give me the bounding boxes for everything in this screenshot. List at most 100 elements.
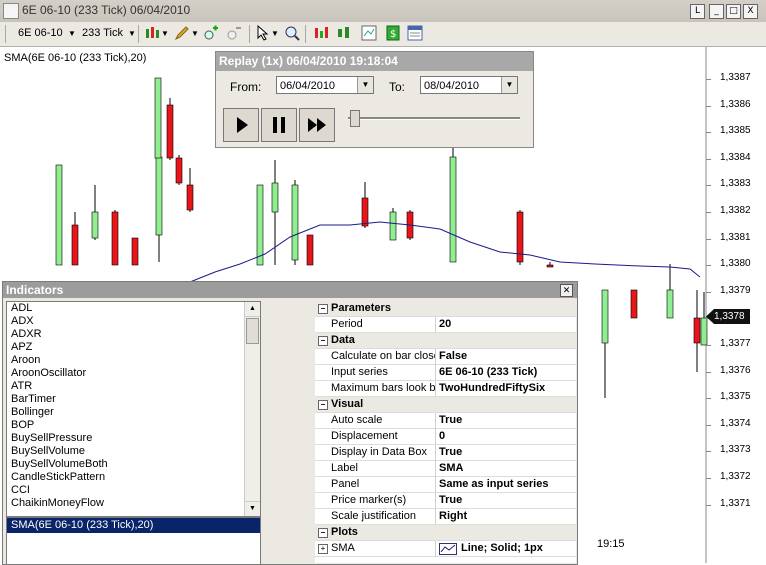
zoom-out-icon[interactable] bbox=[226, 25, 242, 41]
property-row[interactable]: Input series 6E 06-10 (233 Tick) bbox=[315, 365, 576, 381]
candlestick bbox=[91, 211, 99, 239]
pencil-icon[interactable] bbox=[174, 25, 190, 41]
scroll-down-icon[interactable]: ▼ bbox=[245, 501, 260, 516]
property-value[interactable]: TwoHundredFiftySix bbox=[439, 381, 545, 396]
instrument-selector[interactable]: 6E 06-10 bbox=[18, 25, 63, 42]
chevron-down-icon[interactable]: ▼ bbox=[161, 25, 169, 42]
scroll-up-icon[interactable]: ▲ bbox=[245, 302, 260, 317]
property-category[interactable]: − Plots bbox=[315, 525, 576, 541]
property-row[interactable]: Auto scale True bbox=[315, 413, 576, 429]
property-name: Label bbox=[331, 462, 358, 474]
property-row[interactable]: Calculate on bar close False bbox=[315, 349, 576, 365]
chevron-down-icon[interactable]: ▼ bbox=[501, 77, 517, 93]
collapse-icon[interactable]: − bbox=[318, 400, 328, 410]
indicator-list-item[interactable]: AroonOscillator bbox=[7, 367, 260, 380]
properties-icon[interactable] bbox=[407, 25, 423, 41]
bar-style-icon[interactable] bbox=[144, 25, 160, 41]
property-category[interactable]: − Parameters bbox=[315, 301, 576, 317]
link-button[interactable]: L bbox=[690, 4, 705, 19]
candlestick bbox=[154, 77, 162, 159]
strategies-icon[interactable]: $ bbox=[385, 25, 401, 41]
indicator-list-item[interactable]: BOP bbox=[7, 419, 260, 432]
from-date-picker[interactable]: 06/04/2010 ▼ bbox=[276, 76, 374, 94]
property-value[interactable]: 6E 06-10 (233 Tick) bbox=[439, 365, 537, 380]
indicator-list-item[interactable]: APZ bbox=[7, 341, 260, 354]
candlestick bbox=[306, 234, 314, 266]
property-value[interactable]: Same as input series bbox=[439, 477, 548, 492]
replay-title: Replay (1x) 06/04/2010 19:18:04 bbox=[216, 52, 533, 71]
indicator-list-item[interactable]: ATR bbox=[7, 380, 260, 393]
candlestick-icon[interactable] bbox=[336, 25, 352, 41]
maximize-button[interactable]: □ bbox=[726, 4, 741, 19]
property-value[interactable]: True bbox=[439, 445, 462, 460]
property-row[interactable]: Period 20 bbox=[315, 317, 576, 333]
chevron-down-icon[interactable]: ▼ bbox=[68, 25, 76, 42]
property-name: Display in Data Box bbox=[331, 446, 427, 458]
property-row[interactable]: + SMA Line; Solid; 1px bbox=[315, 541, 576, 557]
property-name: Period bbox=[331, 318, 363, 330]
indicator-list-item[interactable]: BarTimer bbox=[7, 393, 260, 406]
close-button[interactable]: X bbox=[743, 4, 758, 19]
replay-slider-track[interactable] bbox=[348, 117, 520, 120]
scroll-thumb[interactable] bbox=[246, 318, 259, 344]
data-series-icon[interactable] bbox=[313, 25, 329, 41]
collapse-icon[interactable]: − bbox=[318, 304, 328, 314]
magnify-icon[interactable] bbox=[284, 25, 300, 41]
property-row[interactable]: Label SMA bbox=[315, 461, 576, 477]
property-name: Maximum bars look back bbox=[331, 382, 435, 394]
chevron-down-icon[interactable]: ▼ bbox=[357, 77, 373, 93]
indicators-icon[interactable] bbox=[361, 25, 377, 41]
interval-selector[interactable]: 233 Tick bbox=[82, 25, 123, 42]
property-row[interactable]: Price marker(s) True bbox=[315, 493, 576, 509]
applied-indicators-list[interactable]: SMA(6E 06-10 (233 Tick),20) bbox=[6, 517, 261, 565]
collapse-icon[interactable]: − bbox=[318, 336, 328, 346]
property-row[interactable]: Displacement 0 bbox=[315, 429, 576, 445]
property-value[interactable]: SMA bbox=[439, 461, 463, 476]
collapse-icon[interactable]: − bbox=[318, 528, 328, 538]
indicator-list-item[interactable]: ADL bbox=[7, 302, 260, 315]
property-row[interactable]: Display in Data Box True bbox=[315, 445, 576, 461]
indicator-list-item[interactable]: CCI bbox=[7, 484, 260, 497]
property-grid[interactable]: − Parameters Period 20− Data Calculate on bar… bbox=[315, 301, 576, 563]
indicator-list-item[interactable]: CandleStickPattern bbox=[7, 471, 260, 484]
indicators-title: Indicators bbox=[3, 282, 577, 298]
indicator-list-item[interactable]: BuySellVolume bbox=[7, 445, 260, 458]
chevron-down-icon[interactable]: ▼ bbox=[191, 25, 199, 42]
pause-button[interactable] bbox=[261, 108, 297, 142]
indicator-list-item[interactable]: Aroon bbox=[7, 354, 260, 367]
expand-icon[interactable]: + bbox=[318, 544, 328, 554]
indicator-list-item[interactable]: Bollinger bbox=[7, 406, 260, 419]
list-scrollbar[interactable]: ▲ ▼ bbox=[244, 302, 260, 516]
replay-slider-thumb[interactable] bbox=[350, 110, 360, 127]
property-value[interactable]: 20 bbox=[439, 317, 451, 332]
property-value[interactable]: Line; Solid; 1px bbox=[461, 541, 543, 556]
indicator-list-item[interactable]: ADX bbox=[7, 315, 260, 328]
property-value[interactable]: 0 bbox=[439, 429, 445, 444]
chevron-down-icon[interactable]: ▼ bbox=[271, 25, 279, 42]
property-value[interactable]: False bbox=[439, 349, 467, 364]
property-category[interactable]: − Visual bbox=[315, 397, 576, 413]
property-row[interactable]: Scale justification Right bbox=[315, 509, 576, 525]
indicator-list[interactable]: ADL ADX ADXR APZ Aroon AroonOscillator ATR BarT… bbox=[6, 301, 261, 517]
candlestick bbox=[449, 156, 457, 263]
property-category[interactable]: − Data bbox=[315, 333, 576, 349]
indicator-list-item[interactable]: BuySellPressure bbox=[7, 432, 260, 445]
cursor-icon[interactable] bbox=[255, 25, 271, 41]
property-value[interactable]: True bbox=[439, 493, 462, 508]
chevron-down-icon[interactable]: ▼ bbox=[128, 25, 136, 42]
property-name: Parameters bbox=[331, 302, 391, 314]
property-row[interactable]: Maximum bars look back TwoHundredFiftySix bbox=[315, 381, 576, 397]
fast-forward-button[interactable] bbox=[299, 108, 335, 142]
property-value[interactable]: True bbox=[439, 413, 462, 428]
indicator-list-item[interactable]: ADXR bbox=[7, 328, 260, 341]
indicator-list-item[interactable]: BuySellVolumeBoth bbox=[7, 458, 260, 471]
zoom-in-icon[interactable] bbox=[203, 25, 219, 41]
close-icon[interactable]: ✕ bbox=[560, 284, 573, 297]
applied-indicator-item[interactable]: SMA(6E 06-10 (233 Tick),20) bbox=[7, 518, 260, 533]
play-button[interactable] bbox=[223, 108, 259, 142]
indicator-list-item[interactable]: ChaikinMoneyFlow bbox=[7, 497, 260, 510]
property-row[interactable]: Panel Same as input series bbox=[315, 477, 576, 493]
property-value[interactable]: Right bbox=[439, 509, 467, 524]
to-date-picker[interactable]: 08/04/2010 ▼ bbox=[420, 76, 518, 94]
minimize-button[interactable]: _ bbox=[709, 4, 724, 19]
